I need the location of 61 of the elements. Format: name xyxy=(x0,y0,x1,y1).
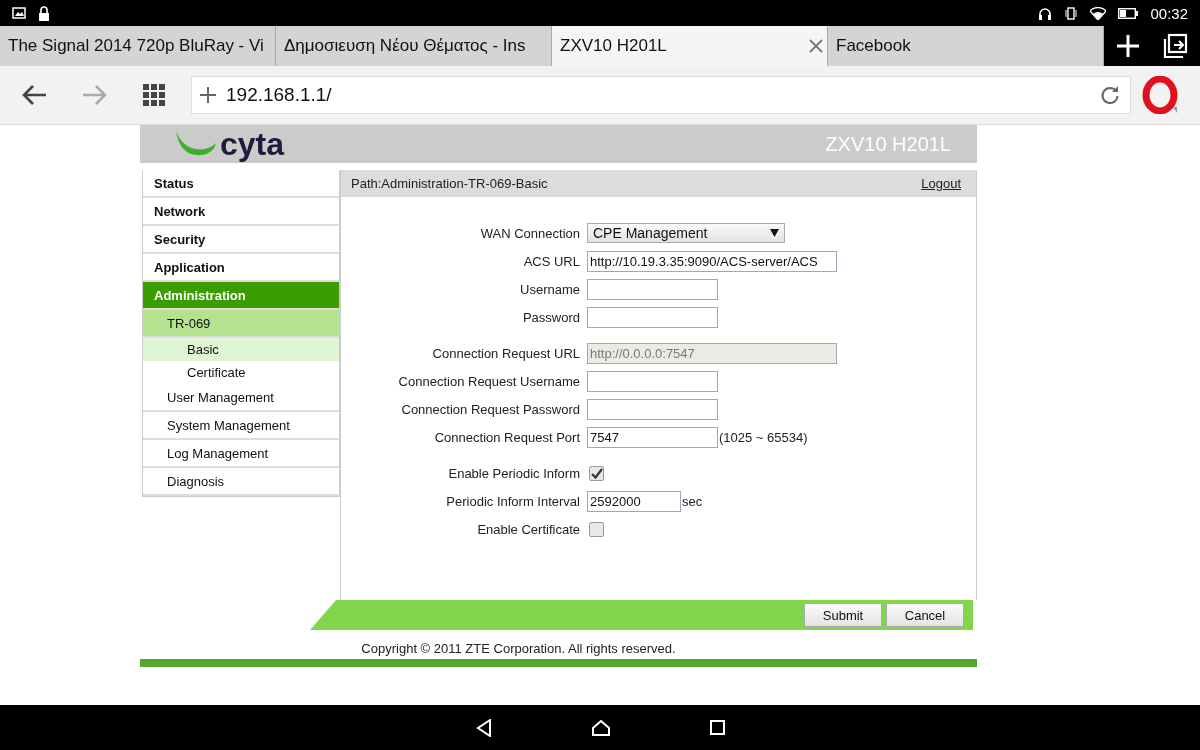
sidebar-item[interactable]: System Management xyxy=(143,412,339,440)
home-icon[interactable] xyxy=(591,719,610,736)
checkbox[interactable] xyxy=(589,521,604,537)
field-label: ACS URL xyxy=(522,253,581,269)
text-field[interactable] xyxy=(587,398,718,420)
reload-icon[interactable] xyxy=(1100,85,1120,105)
field-label: Enable Certificate xyxy=(476,521,581,537)
back-triangle-icon[interactable] xyxy=(475,718,492,737)
field-label: Connection Request Username xyxy=(397,373,581,389)
breadcrumb-path: Path:Administration-TR-069-Basic xyxy=(351,176,548,191)
close-icon[interactable] xyxy=(809,39,823,53)
sidebar-item[interactable]: Security xyxy=(143,226,339,254)
copyright-text: Copyright © 2011 ZTE Corporation. All rights reserved. xyxy=(360,641,677,656)
text-field[interactable]: 2592000 xyxy=(587,490,681,512)
dropdown[interactable]: CPE Management xyxy=(587,223,785,243)
headphones-icon xyxy=(1038,6,1053,20)
sidebar-item[interactable]: Basic xyxy=(143,338,339,361)
field-label: Connection Request URL xyxy=(431,345,581,361)
recents-icon[interactable] xyxy=(709,720,725,735)
field-hint: (1025 ~ 65534) xyxy=(719,429,808,445)
field-label: WAN Connection xyxy=(479,225,581,241)
text-field[interactable] xyxy=(587,278,718,300)
form-button[interactable]: Submit xyxy=(804,603,882,627)
field-label: Connection Request Port xyxy=(433,429,581,445)
checkbox[interactable] xyxy=(589,465,604,481)
sidebar-item[interactable]: User Management xyxy=(143,384,339,412)
field-label: Username xyxy=(519,281,581,297)
sidebar-item[interactable]: Certificate xyxy=(143,361,339,384)
dropdown-arrow-icon xyxy=(770,229,779,237)
sidebar-item[interactable]: TR-069 xyxy=(143,310,339,338)
clock-time: 00:32 xyxy=(1150,4,1188,22)
form-button[interactable]: Cancel xyxy=(886,603,964,627)
browser-tab[interactable]: Δημοσιευση Νέου Θέματος - Ins xyxy=(276,26,552,66)
field-label: Connection Request Password xyxy=(400,401,581,417)
text-field[interactable] xyxy=(587,306,718,328)
image-icon xyxy=(12,7,26,19)
field-label: Enable Periodic Inform xyxy=(447,465,581,481)
tabs-switch-icon[interactable] xyxy=(1162,33,1189,59)
text-field[interactable] xyxy=(587,370,718,392)
text-field[interactable]: http://10.19.3.35:9090/ACS-server/ACS xyxy=(587,250,837,272)
grid-icon[interactable] xyxy=(143,84,165,106)
sidebar-item[interactable]: Network xyxy=(143,198,339,226)
lock-icon xyxy=(38,5,50,21)
sidebar-item[interactable]: Status xyxy=(143,170,339,198)
field-hint: sec xyxy=(682,493,703,509)
text-field[interactable]: 7547 xyxy=(587,426,718,448)
vibrate-icon xyxy=(1064,6,1079,20)
sidebar-item[interactable]: Log Management xyxy=(143,440,339,468)
battery-icon xyxy=(1118,7,1139,19)
wifi-icon xyxy=(1090,6,1107,20)
opera-logo-icon[interactable] xyxy=(1142,76,1178,114)
browser-tab[interactable]: ZXV10 H201L xyxy=(552,26,828,66)
logout-link[interactable]: Logout xyxy=(921,176,961,191)
browser-tab[interactable]: The Signal 2014 720p BluRay - Vi xyxy=(0,26,276,66)
field-label: Periodic Inform Interval xyxy=(445,493,581,509)
back-arrow-icon[interactable] xyxy=(21,84,47,106)
browser-tab[interactable]: Facebook xyxy=(828,26,1104,66)
address-field[interactable]: 192.168.1.1/ xyxy=(191,76,1131,114)
field-label: Password xyxy=(521,309,581,325)
logo-text: cyta xyxy=(220,128,285,160)
sidebar-item[interactable]: Diagnosis xyxy=(143,468,339,496)
